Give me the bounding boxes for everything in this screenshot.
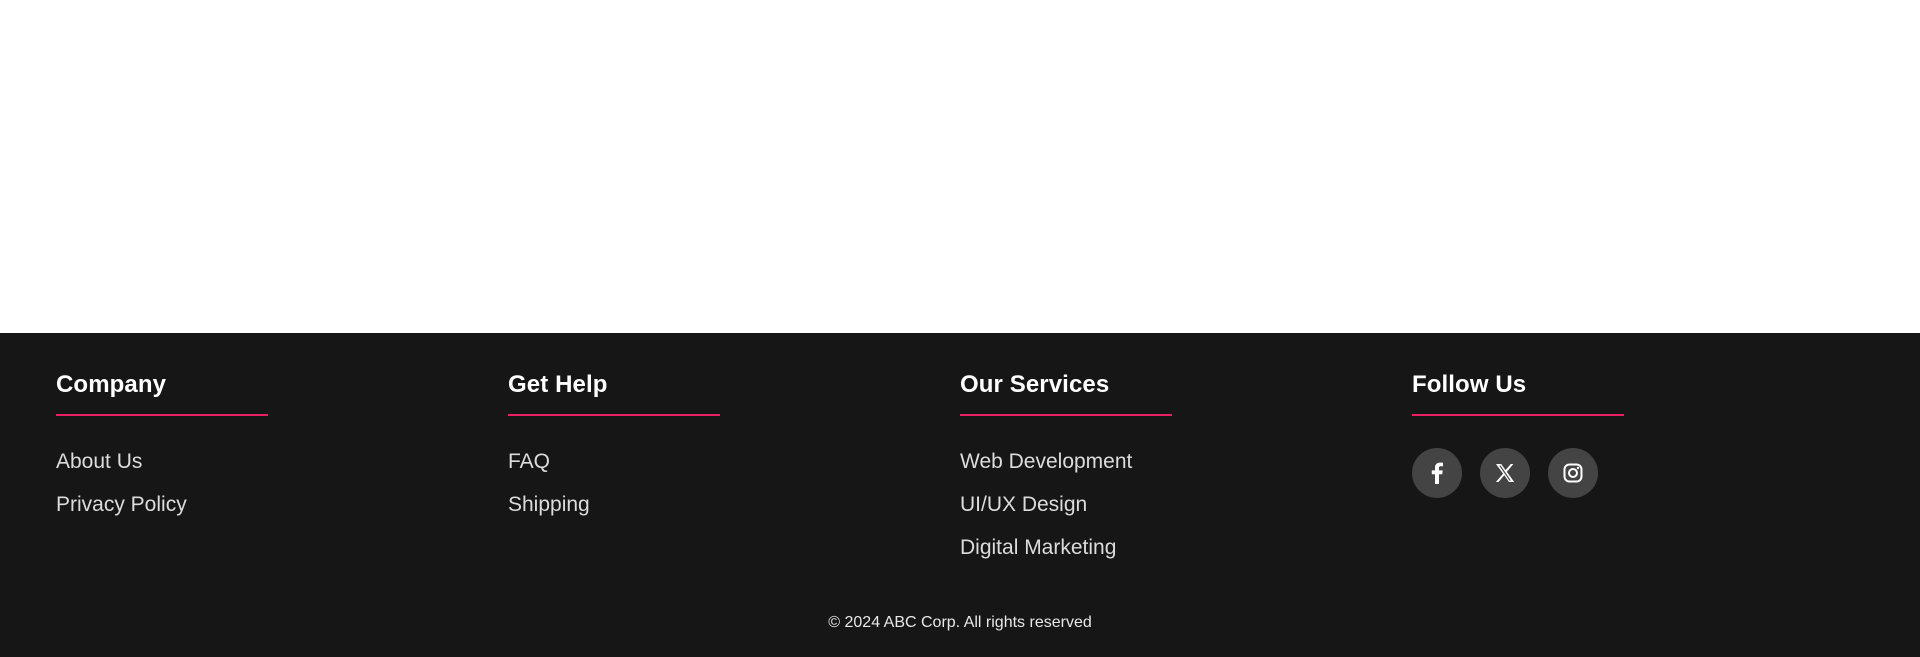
list-item: Web Development (960, 448, 1412, 491)
facebook-button[interactable] (1412, 448, 1462, 498)
footer-link-list: About Us Privacy Policy (56, 448, 508, 534)
social-links (1412, 448, 1864, 498)
footer-heading-our-services: Our Services (960, 371, 1110, 398)
footer-column-follow-us: Follow Us (1412, 370, 1864, 577)
instagram-icon (1563, 463, 1583, 483)
heading-underline (56, 414, 268, 416)
site-footer: Company About Us Privacy Policy Get Help… (0, 333, 1920, 657)
list-item: FAQ (508, 448, 960, 491)
x-twitter-icon (1495, 463, 1515, 483)
footer-link-list: FAQ Shipping (508, 448, 960, 534)
list-item: About Us (56, 448, 508, 491)
list-item: Shipping (508, 491, 960, 534)
shipping-link[interactable]: Shipping (508, 493, 590, 516)
about-us-link[interactable]: About Us (56, 450, 142, 473)
faq-link[interactable]: FAQ (508, 450, 550, 473)
footer-heading-company: Company (56, 371, 167, 398)
ui-ux-design-link[interactable]: UI/UX Design (960, 493, 1087, 516)
footer-column-get-help: Get Help FAQ Shipping (508, 370, 960, 577)
footer-heading-follow-us: Follow Us (1412, 371, 1527, 398)
heading-underline (508, 414, 720, 416)
web-development-link[interactable]: Web Development (960, 450, 1132, 473)
list-item: Digital Marketing (960, 534, 1412, 577)
heading-underline (960, 414, 1172, 416)
copyright-text: © 2024 ABC Corp. All rights reserved (828, 614, 1092, 631)
privacy-policy-link[interactable]: Privacy Policy (56, 493, 187, 516)
digital-marketing-link[interactable]: Digital Marketing (960, 536, 1116, 559)
list-item: UI/UX Design (960, 491, 1412, 534)
footer-column-our-services: Our Services Web Development UI/UX Desig… (960, 370, 1412, 577)
heading-underline (1412, 414, 1624, 416)
footer-heading-get-help: Get Help (508, 371, 608, 398)
footer-link-list: Web Development UI/UX Design Digital Mar… (960, 448, 1412, 577)
instagram-button[interactable] (1548, 448, 1598, 498)
facebook-icon (1431, 462, 1443, 484)
page-content-area (0, 0, 1920, 333)
list-item: Privacy Policy (56, 491, 508, 534)
footer-columns: Company About Us Privacy Policy Get Help… (56, 370, 1864, 577)
footer-column-company: Company About Us Privacy Policy (56, 370, 508, 577)
x-twitter-button[interactable] (1480, 448, 1530, 498)
